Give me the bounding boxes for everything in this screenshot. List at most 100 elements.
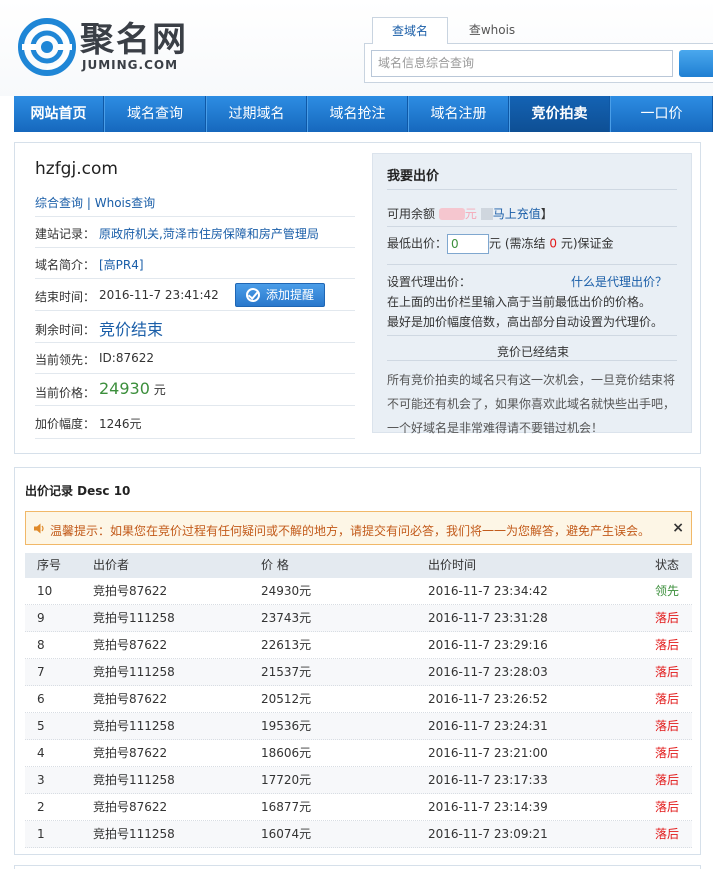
row-bidder: 竞拍号111258 — [93, 719, 175, 733]
row-no: 7 — [37, 665, 45, 679]
nav-auction[interactable]: 竞价拍卖 — [509, 96, 610, 132]
row-price: 16877元 — [261, 800, 312, 814]
bid-panel-title: 我要出价 — [387, 169, 440, 184]
row-no: 4 — [37, 746, 45, 760]
search-button[interactable] — [679, 50, 713, 77]
logo-mark-icon — [18, 18, 76, 76]
nav-fixed-price[interactable]: 一口价 — [610, 96, 713, 132]
table-row: 4 竞拍号87622 18606元 2016-11-7 23:21:00 落后 — [25, 740, 692, 767]
notice-text: 温馨提示：如果您在竞价过程有任何疑问或不解的地方，请提交有问必答，我们将一一为您… — [50, 524, 651, 538]
increment-value: 1246元 — [99, 417, 142, 431]
row-status: 落后 — [655, 800, 680, 814]
bid-records-box: 出价记录 Desc 10 温馨提示：如果您在竞价过程有任何疑问或不解的地方，请提… — [14, 467, 701, 855]
table-row: 8 竞拍号87622 22613元 2016-11-7 23:29:16 落后 — [25, 632, 692, 659]
speaker-icon — [34, 523, 44, 534]
proxy-note-1: 在上面的出价栏里输入高于当前最低出价的价格。 — [387, 295, 652, 309]
min-bid-label: 最低出价： — [387, 236, 448, 251]
nav-domain-query[interactable]: 域名查询 — [104, 96, 206, 132]
row-price: 24930元 — [261, 584, 312, 598]
recharge-link[interactable]: 马上充值 — [493, 207, 541, 221]
logo-subtext: JUMING.COM — [82, 58, 179, 72]
bid-amount-input[interactable]: 0 — [447, 234, 490, 254]
row-time: 2016-11-7 23:34:42 — [428, 584, 548, 598]
nav-home[interactable]: 网站首页 — [14, 96, 104, 132]
end-time-value: 2016-11-7 23:41:42 — [99, 288, 219, 302]
link-whois-query[interactable]: Whois查询 — [95, 196, 155, 210]
nav-domain-register[interactable]: 域名注册 — [408, 96, 509, 132]
divider — [387, 189, 677, 190]
masked-balance — [438, 208, 465, 220]
proxy-bid-help-link[interactable]: 什么是代理出价？ — [571, 273, 667, 290]
record-row: 建站记录： 原政府机关,菏泽市住房保障和房产管理局 — [35, 217, 355, 248]
row-status: 落后 — [655, 827, 680, 841]
balance-label: 可用余额 — [387, 207, 436, 221]
site-logo[interactable]: 聚名网 JUMING.COM — [18, 14, 218, 80]
current-price: 24930 — [99, 379, 150, 398]
row-status: 落后 — [655, 665, 680, 679]
main-nav: 网站首页 域名查询 过期域名 域名抢注 域名注册 竞价拍卖 一口价 — [14, 96, 713, 132]
masked-bracket — [480, 208, 493, 220]
row-time: 2016-11-7 23:28:03 — [428, 665, 548, 679]
ended-text-2: 不可能还有机会了，如果你喜欢此域名就快些出手吧， — [387, 397, 676, 411]
intro-value[interactable]: [高PR4] — [99, 256, 144, 273]
col-no: 序号 — [37, 558, 62, 572]
row-no: 8 — [37, 638, 45, 652]
balance-line: 可用余额 元 马上充值】 — [387, 205, 553, 222]
leader-value: ID:87622 — [99, 351, 154, 365]
row-status: 落后 — [655, 746, 680, 760]
row-no: 10 — [37, 584, 53, 598]
remain-label: 剩余时间： — [35, 323, 96, 337]
end-time-label: 结束时间： — [35, 290, 96, 304]
intro-label: 域名简介： — [35, 258, 96, 272]
proxy-note-2: 最好是加价幅度倍数，高出部分自动设置为代理价。 — [387, 315, 664, 329]
add-reminder-label: 添加提醒 — [265, 288, 314, 302]
record-value[interactable]: 原政府机关,菏泽市住房保障和房产管理局 — [99, 225, 319, 242]
row-no: 6 — [37, 692, 45, 706]
link-separator: | — [86, 196, 91, 210]
row-price: 16074元 — [261, 827, 312, 841]
row-bidder: 竞拍号111258 — [93, 773, 175, 787]
balance-mid: 元 — [464, 207, 477, 221]
row-no: 1 — [37, 827, 45, 841]
tab-whois-search[interactable]: 查whois — [452, 17, 532, 44]
proxy-bid-label: 设置代理出价： — [387, 275, 472, 289]
nav-expired-domains[interactable]: 过期域名 — [206, 96, 307, 132]
row-no: 5 — [37, 719, 45, 733]
search-box: 域名信息综合查询 — [364, 43, 713, 83]
row-bidder: 竞拍号87622 — [93, 638, 168, 652]
tab-domain-search[interactable]: 查域名 — [372, 17, 448, 44]
add-reminder-button[interactable]: 添加提醒 — [235, 283, 325, 307]
divider — [387, 264, 677, 265]
row-bidder: 竞拍号87622 — [93, 800, 168, 814]
nav-domain-snapping[interactable]: 域名抢注 — [307, 96, 408, 132]
ended-text-3: 一个好域名是非常难得请不要错过机会！ — [387, 421, 604, 435]
close-icon[interactable]: × — [672, 520, 684, 536]
logo-text: 聚名网 — [80, 20, 188, 60]
min-bid-suffix-a: 元 (需冻结 — [489, 236, 546, 251]
table-row: 7 竞拍号111258 21537元 2016-11-7 23:28:03 落后 — [25, 659, 692, 686]
row-bidder: 竞拍号111258 — [93, 827, 175, 841]
leader-label: 当前领先： — [35, 353, 96, 367]
auction-ended-title: 竞价已经结束 — [496, 345, 569, 359]
table-row: 2 竞拍号87622 16877元 2016-11-7 23:14:39 落后 — [25, 794, 692, 821]
domain-info-box: hzfgj.com 综合查询 | Whois查询 建站记录： 原政府机关,菏泽市… — [14, 142, 701, 454]
row-time: 2016-11-7 23:29:16 — [428, 638, 548, 652]
search-input[interactable]: 域名信息综合查询 — [371, 50, 673, 77]
row-bidder: 竞拍号87622 — [93, 746, 168, 760]
row-time: 2016-11-7 23:26:52 — [428, 692, 548, 706]
row-bidder: 竞拍号111258 — [93, 665, 175, 679]
link-overview-query[interactable]: 综合查询 — [35, 196, 83, 210]
divider — [387, 360, 677, 361]
price-row: 当前价格： 24930 元 — [35, 374, 355, 406]
check-circle-icon — [245, 288, 260, 302]
table-header: 序号 出价者 价 格 出价时间 状态 — [25, 553, 692, 578]
row-time: 2016-11-7 23:14:39 — [428, 800, 548, 814]
col-status: 状态 — [655, 558, 680, 572]
table-row: 1 竞拍号111258 16074元 2016-11-7 23:09:21 落后 — [25, 821, 692, 848]
row-status: 落后 — [655, 638, 680, 652]
domain-title: hzfgj.com — [35, 159, 118, 179]
links-row: 综合查询 | Whois查询 — [35, 185, 355, 217]
ended-text-1: 所有竞价拍卖的域名只有这一次机会，一旦竞价结束将 — [387, 373, 676, 387]
divider — [387, 226, 677, 227]
row-no: 2 — [37, 800, 45, 814]
